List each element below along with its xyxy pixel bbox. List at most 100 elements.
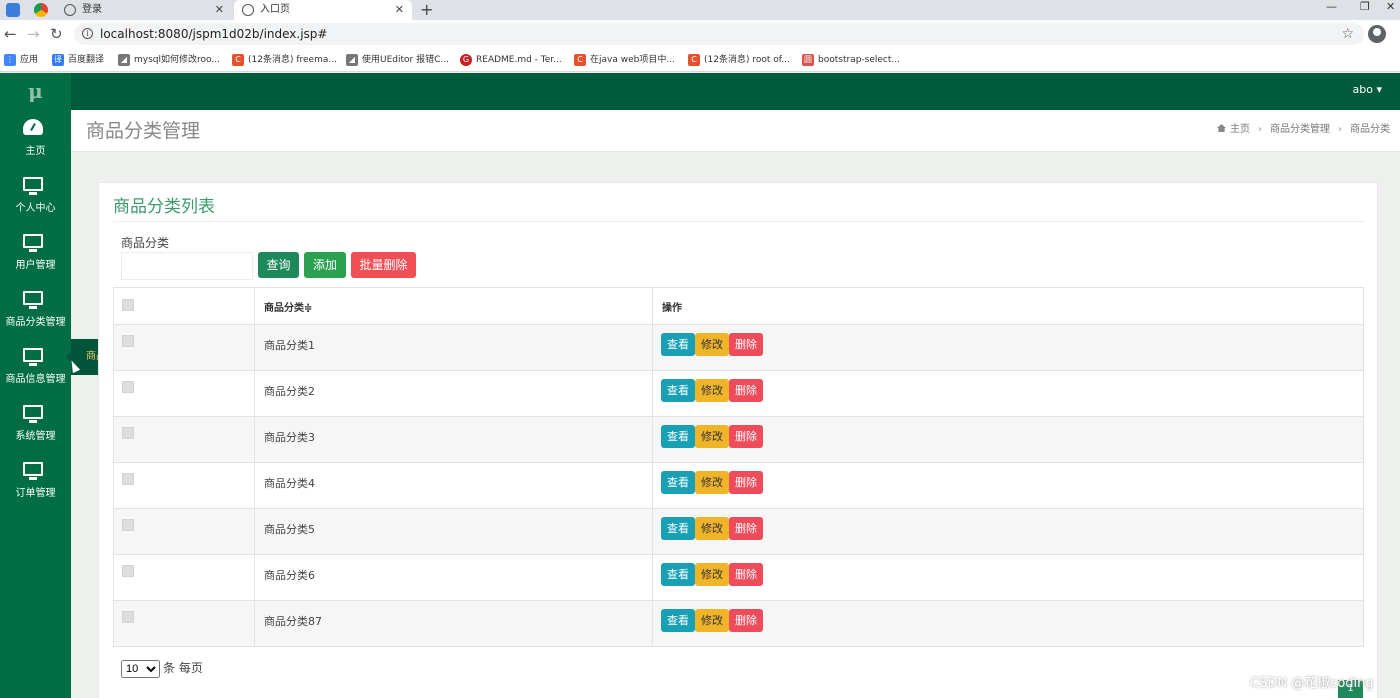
bookmark-item[interactable]: G README.md - Ter...	[460, 48, 562, 72]
view-button[interactable]: 查看	[661, 517, 695, 540]
row-select-cell	[113, 324, 255, 371]
breadcrumb-home[interactable]: 主页	[1230, 124, 1250, 135]
row-checkbox[interactable]	[122, 335, 134, 347]
category-name: 商品分类87	[254, 600, 653, 647]
profile-icon[interactable]	[1368, 25, 1386, 43]
view-button[interactable]: 查看	[661, 425, 695, 448]
new-tab-icon[interactable]: +	[420, 0, 433, 20]
page-size-suffix: 条 每页	[163, 661, 203, 675]
edit-button[interactable]: 修改	[695, 563, 729, 586]
bookmark-item[interactable]: ⋮ 应用	[4, 48, 38, 72]
url-text[interactable]: localhost:8080/jspm1d02b/index.jsp#	[100, 23, 327, 45]
url-field[interactable]: i localhost:8080/jspm1d02b/index.jsp# ☆	[74, 23, 1364, 45]
view-button[interactable]: 查看	[661, 563, 695, 586]
bookmark-item[interactable]: C (12条消息) freema...	[232, 48, 337, 72]
row-select-cell	[113, 600, 255, 647]
close-window-icon[interactable]: ✕	[1386, 0, 1395, 14]
table-row: 商品分类5 查看 修改 删除	[113, 508, 1364, 555]
edit-button[interactable]: 修改	[695, 471, 729, 494]
sidebar-item-products[interactable]: 商品信息管理	[0, 338, 71, 395]
row-checkbox[interactable]	[122, 519, 134, 531]
delete-button[interactable]: 删除	[729, 563, 763, 586]
email-app-icon[interactable]	[6, 3, 20, 17]
view-button[interactable]: 查看	[661, 471, 695, 494]
row-checkbox[interactable]	[122, 565, 134, 577]
column-header-category[interactable]: 商品分类≑	[254, 287, 653, 325]
breadcrumb-category-mgmt[interactable]: 商品分类管理	[1270, 124, 1330, 135]
delete-button[interactable]: 删除	[729, 517, 763, 540]
sidebar-item-users[interactable]: 用户管理	[0, 224, 71, 281]
add-button[interactable]: 添加	[304, 252, 346, 278]
row-checkbox[interactable]	[122, 611, 134, 623]
edit-button[interactable]: 修改	[695, 379, 729, 402]
sidebar-item-label: 主页	[25, 146, 46, 157]
delete-button[interactable]: 删除	[729, 609, 763, 632]
delete-button[interactable]: 删除	[729, 425, 763, 448]
dashboard-icon	[23, 119, 43, 135]
sidebar-item-categories[interactable]: 商品分类管理	[0, 281, 71, 338]
category-search-input[interactable]	[121, 252, 253, 280]
view-button[interactable]: 查看	[661, 379, 695, 402]
delete-button[interactable]: 删除	[729, 379, 763, 402]
category-name: 商品分类4	[254, 462, 653, 509]
bookmark-item[interactable]: 译 百度翻译	[52, 48, 104, 72]
bookmark-item[interactable]: ◢ 使用UEditor 报错C...	[346, 48, 449, 72]
tab-entry[interactable]: 入口页 ✕	[234, 0, 412, 20]
csdn-icon: C	[688, 54, 700, 66]
tab-login[interactable]: 登录 ✕	[56, 0, 232, 20]
chrome-app-icon[interactable]	[34, 3, 48, 17]
sidebar-item-personal-center[interactable]: 个人中心	[0, 167, 71, 224]
edit-button[interactable]: 修改	[695, 425, 729, 448]
info-icon[interactable]: i	[82, 28, 93, 39]
bookmark-item[interactable]: C 在java web项目中...	[574, 48, 675, 72]
sidebar-item-label: 用户管理	[15, 260, 56, 271]
ueditor-icon: ◢	[346, 54, 358, 66]
sidebar-item-home[interactable]: 主页	[0, 110, 71, 167]
row-actions: 查看 修改 删除	[652, 508, 1364, 555]
row-checkbox[interactable]	[122, 381, 134, 393]
monitor-icon	[23, 462, 43, 480]
reload-icon[interactable]: ↻	[50, 24, 63, 44]
query-button[interactable]: 查询	[258, 252, 299, 278]
row-checkbox[interactable]	[122, 427, 134, 439]
row-actions: 查看 修改 删除	[652, 370, 1364, 417]
breadcrumb-separator: ›	[1258, 124, 1262, 135]
bookmark-item[interactable]: C (12条消息) root of...	[688, 48, 790, 72]
restore-icon[interactable]: ❐	[1360, 0, 1370, 14]
sidebar-item-label: 商品信息管理	[5, 374, 66, 385]
app-logo[interactable]: μ	[0, 73, 71, 110]
delete-button[interactable]: 删除	[729, 333, 763, 356]
view-button[interactable]: 查看	[661, 333, 695, 356]
row-select-cell	[113, 462, 255, 509]
batch-delete-button[interactable]: 批量删除	[351, 252, 416, 278]
forward-icon[interactable]: →	[27, 24, 40, 44]
category-name: 商品分类5	[254, 508, 653, 555]
row-select-cell	[113, 416, 255, 463]
close-icon[interactable]: ✕	[215, 0, 224, 20]
csdn-icon: C	[232, 54, 244, 66]
bookmark-item[interactable]: 圆 bootstrap-select...	[802, 48, 900, 72]
sidebar-item-orders[interactable]: 订单管理	[0, 452, 71, 509]
sidebar-item-system[interactable]: 系统管理	[0, 395, 71, 452]
delete-button[interactable]: 删除	[729, 471, 763, 494]
edit-button[interactable]: 修改	[695, 517, 729, 540]
browser-tab-strip: 登录 ✕ 入口页 ✕ + — ❐ ✕	[0, 0, 1400, 20]
user-menu[interactable]: abo ▾	[1353, 73, 1382, 107]
minimize-icon[interactable]: —	[1326, 0, 1337, 14]
close-icon[interactable]: ✕	[395, 0, 404, 20]
row-checkbox[interactable]	[122, 473, 134, 485]
select-all-cell	[113, 287, 255, 325]
edit-button[interactable]: 修改	[695, 609, 729, 632]
row-actions: 查看 修改 删除	[652, 416, 1364, 463]
bookmark-item[interactable]: ◢ mysql如何修改roo...	[118, 48, 220, 72]
edit-button[interactable]: 修改	[695, 333, 729, 356]
breadcrumb-separator: ›	[1338, 124, 1342, 135]
select-all-checkbox[interactable]	[122, 298, 134, 311]
bookmark-star-icon[interactable]: ☆	[1341, 23, 1354, 45]
view-button[interactable]: 查看	[661, 609, 695, 632]
row-actions: 查看 修改 删除	[652, 324, 1364, 371]
monitor-icon	[23, 405, 43, 423]
back-icon[interactable]: ←	[4, 24, 17, 44]
page-size-select[interactable]: 10	[121, 660, 160, 678]
csdn-icon: C	[574, 54, 586, 66]
